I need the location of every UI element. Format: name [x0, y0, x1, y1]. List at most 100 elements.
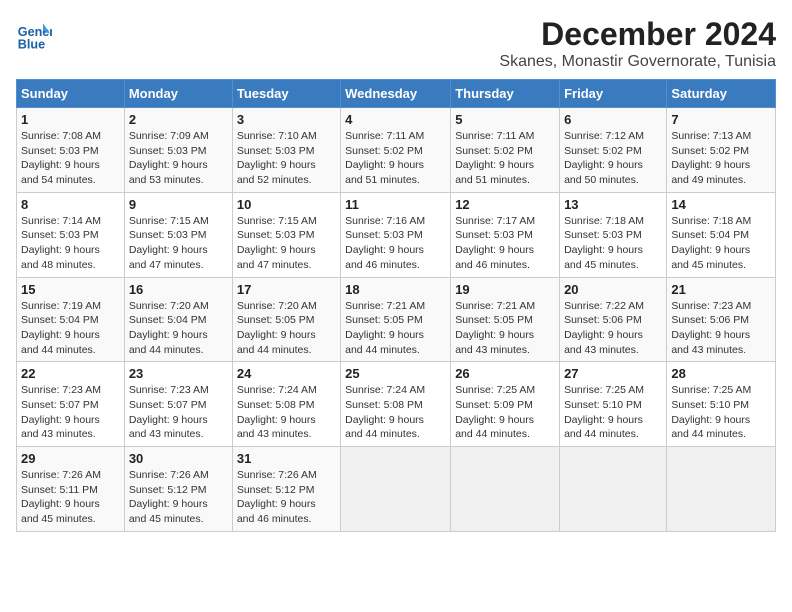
- column-headers: SundayMondayTuesdayWednesdayThursdayFrid…: [17, 80, 776, 108]
- day-number: 12: [455, 197, 555, 212]
- day-info: Sunrise: 7:13 AM Sunset: 5:02 PM Dayligh…: [671, 129, 771, 188]
- day-info: Sunrise: 7:24 AM Sunset: 5:08 PM Dayligh…: [237, 383, 336, 442]
- day-number: 23: [129, 366, 228, 381]
- day-number: 18: [345, 282, 446, 297]
- day-info: Sunrise: 7:21 AM Sunset: 5:05 PM Dayligh…: [455, 299, 555, 358]
- calendar-cell: 15Sunrise: 7:19 AM Sunset: 5:04 PM Dayli…: [17, 277, 125, 362]
- page-subtitle: Skanes, Monastir Governorate, Tunisia: [499, 53, 776, 71]
- calendar-cell: 7Sunrise: 7:13 AM Sunset: 5:02 PM Daylig…: [667, 108, 776, 193]
- page-title: December 2024: [499, 16, 776, 53]
- day-info: Sunrise: 7:25 AM Sunset: 5:10 PM Dayligh…: [564, 383, 662, 442]
- day-info: Sunrise: 7:11 AM Sunset: 5:02 PM Dayligh…: [345, 129, 446, 188]
- day-number: 3: [237, 112, 336, 127]
- day-number: 28: [671, 366, 771, 381]
- calendar-cell: 17Sunrise: 7:20 AM Sunset: 5:05 PM Dayli…: [232, 277, 340, 362]
- calendar-cell: 24 Sunrise: 7:24 AM Sunset: 5:08 PM Dayli…: [232, 362, 340, 447]
- calendar-cell: 6 Sunrise: 7:12 AM Sunset: 5:02 PM Daylig…: [560, 108, 667, 193]
- day-number: 19: [455, 282, 555, 297]
- day-number: 24: [237, 366, 336, 381]
- day-number: 1: [21, 112, 120, 127]
- calendar-week-2: 8Sunrise: 7:14 AM Sunset: 5:03 PM Daylig…: [17, 192, 776, 277]
- page-header: General Blue December 2024 Skanes, Monas…: [16, 16, 776, 71]
- calendar-cell: 21Sunrise: 7:23 AM Sunset: 5:06 PM Dayli…: [667, 277, 776, 362]
- calendar-cell: 8Sunrise: 7:14 AM Sunset: 5:03 PM Daylig…: [17, 192, 125, 277]
- calendar-cell: 28 Sunrise: 7:25 AM Sunset: 5:10 PM Dayli…: [667, 362, 776, 447]
- day-info: Sunrise: 7:15 AM Sunset: 5:03 PM Dayligh…: [129, 214, 228, 273]
- column-header-monday: Monday: [124, 80, 232, 108]
- calendar-cell: 29 Sunrise: 7:26 AM Sunset: 5:11 PM Dayli…: [17, 447, 125, 532]
- day-info: Sunrise: 7:23 AM Sunset: 5:07 PM Dayligh…: [129, 383, 228, 442]
- day-info: Sunrise: 7:24 AM Sunset: 5:08 PM Dayligh…: [345, 383, 446, 442]
- day-number: 29: [21, 451, 120, 466]
- column-header-wednesday: Wednesday: [341, 80, 451, 108]
- calendar-cell: 20 Sunrise: 7:22 AM Sunset: 5:06 PM Dayli…: [560, 277, 667, 362]
- calendar-cell: 11 Sunrise: 7:16 AM Sunset: 5:03 PM Dayli…: [341, 192, 451, 277]
- svg-text:Blue: Blue: [18, 37, 45, 51]
- day-number: 5: [455, 112, 555, 127]
- day-number: 30: [129, 451, 228, 466]
- day-info: Sunrise: 7:14 AM Sunset: 5:03 PM Dayligh…: [21, 214, 120, 273]
- calendar-week-4: 22 Sunrise: 7:23 AM Sunset: 5:07 PM Dayli…: [17, 362, 776, 447]
- day-info: Sunrise: 7:25 AM Sunset: 5:09 PM Dayligh…: [455, 383, 555, 442]
- logo-icon: General Blue: [16, 16, 52, 52]
- calendar-cell: 26 Sunrise: 7:25 AM Sunset: 5:09 PM Dayli…: [451, 362, 560, 447]
- day-number: 4: [345, 112, 446, 127]
- calendar-cell: [341, 447, 451, 532]
- day-number: 2: [129, 112, 228, 127]
- day-number: 11: [345, 197, 446, 212]
- column-header-sunday: Sunday: [17, 80, 125, 108]
- title-block: December 2024 Skanes, Monastir Governora…: [499, 16, 776, 71]
- calendar-cell: 10Sunrise: 7:15 AM Sunset: 5:03 PM Dayli…: [232, 192, 340, 277]
- day-info: Sunrise: 7:18 AM Sunset: 5:04 PM Dayligh…: [671, 214, 771, 273]
- day-number: 20: [564, 282, 662, 297]
- day-info: Sunrise: 7:23 AM Sunset: 5:07 PM Dayligh…: [21, 383, 120, 442]
- calendar-cell: 9 Sunrise: 7:15 AM Sunset: 5:03 PM Daylig…: [124, 192, 232, 277]
- logo: General Blue: [16, 16, 52, 52]
- day-info: Sunrise: 7:20 AM Sunset: 5:04 PM Dayligh…: [129, 299, 228, 358]
- calendar-cell: 3Sunrise: 7:10 AM Sunset: 5:03 PM Daylig…: [232, 108, 340, 193]
- column-header-friday: Friday: [560, 80, 667, 108]
- calendar-cell: 23 Sunrise: 7:23 AM Sunset: 5:07 PM Dayli…: [124, 362, 232, 447]
- day-info: Sunrise: 7:26 AM Sunset: 5:12 PM Dayligh…: [237, 468, 336, 527]
- calendar-cell: 14 Sunrise: 7:18 AM Sunset: 5:04 PM Dayli…: [667, 192, 776, 277]
- day-info: Sunrise: 7:26 AM Sunset: 5:12 PM Dayligh…: [129, 468, 228, 527]
- column-header-thursday: Thursday: [451, 80, 560, 108]
- calendar-cell: 27 Sunrise: 7:25 AM Sunset: 5:10 PM Dayli…: [560, 362, 667, 447]
- column-header-tuesday: Tuesday: [232, 80, 340, 108]
- day-number: 10: [237, 197, 336, 212]
- calendar-cell: 31 Sunrise: 7:26 AM Sunset: 5:12 PM Dayli…: [232, 447, 340, 532]
- day-number: 21: [671, 282, 771, 297]
- calendar-cell: [667, 447, 776, 532]
- calendar-cell: 22 Sunrise: 7:23 AM Sunset: 5:07 PM Dayli…: [17, 362, 125, 447]
- calendar-cell: 5 Sunrise: 7:11 AM Sunset: 5:02 PM Daylig…: [451, 108, 560, 193]
- day-info: Sunrise: 7:12 AM Sunset: 5:02 PM Dayligh…: [564, 129, 662, 188]
- calendar-cell: 1Sunrise: 7:08 AM Sunset: 5:03 PM Daylig…: [17, 108, 125, 193]
- day-number: 14: [671, 197, 771, 212]
- calendar-week-5: 29 Sunrise: 7:26 AM Sunset: 5:11 PM Dayli…: [17, 447, 776, 532]
- calendar-cell: 4 Sunrise: 7:11 AM Sunset: 5:02 PM Daylig…: [341, 108, 451, 193]
- day-info: Sunrise: 7:20 AM Sunset: 5:05 PM Dayligh…: [237, 299, 336, 358]
- calendar-cell: [451, 447, 560, 532]
- calendar-week-1: 1Sunrise: 7:08 AM Sunset: 5:03 PM Daylig…: [17, 108, 776, 193]
- day-info: Sunrise: 7:25 AM Sunset: 5:10 PM Dayligh…: [671, 383, 771, 442]
- day-info: Sunrise: 7:26 AM Sunset: 5:11 PM Dayligh…: [21, 468, 120, 527]
- calendar-week-3: 15Sunrise: 7:19 AM Sunset: 5:04 PM Dayli…: [17, 277, 776, 362]
- day-info: Sunrise: 7:16 AM Sunset: 5:03 PM Dayligh…: [345, 214, 446, 273]
- day-number: 15: [21, 282, 120, 297]
- calendar-cell: 13Sunrise: 7:18 AM Sunset: 5:03 PM Dayli…: [560, 192, 667, 277]
- calendar-cell: [560, 447, 667, 532]
- day-number: 26: [455, 366, 555, 381]
- calendar-cell: 25Sunrise: 7:24 AM Sunset: 5:08 PM Dayli…: [341, 362, 451, 447]
- day-info: Sunrise: 7:11 AM Sunset: 5:02 PM Dayligh…: [455, 129, 555, 188]
- day-number: 31: [237, 451, 336, 466]
- day-number: 9: [129, 197, 228, 212]
- day-info: Sunrise: 7:22 AM Sunset: 5:06 PM Dayligh…: [564, 299, 662, 358]
- calendar-cell: 2 Sunrise: 7:09 AM Sunset: 5:03 PM Daylig…: [124, 108, 232, 193]
- day-number: 27: [564, 366, 662, 381]
- calendar-cell: 16 Sunrise: 7:20 AM Sunset: 5:04 PM Dayli…: [124, 277, 232, 362]
- day-info: Sunrise: 7:09 AM Sunset: 5:03 PM Dayligh…: [129, 129, 228, 188]
- day-number: 16: [129, 282, 228, 297]
- day-number: 22: [21, 366, 120, 381]
- day-number: 6: [564, 112, 662, 127]
- calendar-cell: 12Sunrise: 7:17 AM Sunset: 5:03 PM Dayli…: [451, 192, 560, 277]
